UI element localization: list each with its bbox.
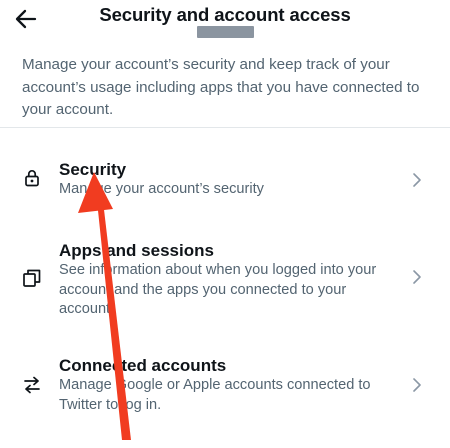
security-item-desc: Manage your account’s security <box>59 181 264 197</box>
chevron-right-icon <box>413 378 421 392</box>
chevron-right-icon <box>413 173 421 187</box>
security-item-title: Security <box>59 160 127 179</box>
lock-icon <box>21 167 43 189</box>
chevron-right-icon <box>413 270 421 284</box>
page-description: Manage your account’s security and keep … <box>22 56 420 118</box>
apps-and-sessions-item-desc: See information about when you logged in… <box>59 262 377 317</box>
connected-accounts-item-desc: Manage Google or Apple accounts connecte… <box>59 377 371 413</box>
header: Security and account access <box>0 0 450 44</box>
apps-and-sessions-item[interactable]: Apps and sessions See information about … <box>0 236 450 326</box>
copy-windows-icon <box>21 267 43 289</box>
page-title: Security and account access <box>99 4 351 25</box>
connected-accounts-item-title: Connected accounts <box>59 356 227 375</box>
redacted-username-bar <box>197 26 254 38</box>
connected-accounts-item[interactable]: Connected accounts Manage Google or Appl… <box>0 352 450 422</box>
swap-arrows-icon <box>21 374 43 396</box>
apps-and-sessions-item-title: Apps and sessions <box>59 241 214 260</box>
security-item[interactable]: Security Manage your account’s security <box>0 150 450 210</box>
divider <box>0 127 450 128</box>
